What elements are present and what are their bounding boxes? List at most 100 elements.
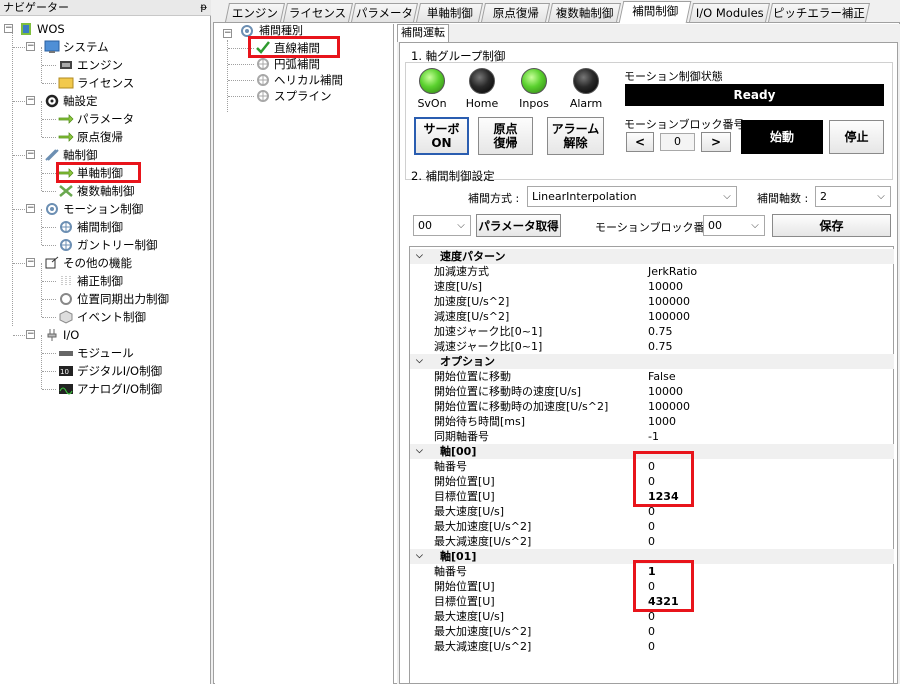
get-params-button[interactable]: パラメータ取得 <box>476 214 561 237</box>
property-row[interactable]: 最大速度[U/s] 0 <box>410 504 894 519</box>
pin-icon[interactable]: ᵽ <box>200 0 207 15</box>
nav-item-analog-io[interactable]: アナログI/O制御 <box>58 380 162 398</box>
nav-item-engine[interactable]: エンジン <box>58 56 123 74</box>
tab-4[interactable]: 原点復帰 <box>480 3 551 22</box>
property-category[interactable]: ⌵ 軸[00] <box>410 444 894 459</box>
collapse-icon[interactable]: − <box>26 150 35 159</box>
nav-item-axis-settings[interactable]: − 軸設定 <box>26 92 98 110</box>
property-value[interactable]: 0 <box>648 579 655 594</box>
nav-item-module[interactable]: モジュール <box>58 344 134 362</box>
property-row[interactable]: 速度[U/s] 10000 <box>410 279 894 294</box>
property-row[interactable]: 減速度[U/s^2] 100000 <box>410 309 894 324</box>
tab-interp-run[interactable]: 補間運転 <box>397 24 449 42</box>
property-row[interactable]: 最大減速度[U/s^2] 0 <box>410 639 894 654</box>
property-category[interactable]: ⌵ オプション <box>410 354 894 369</box>
servo-on-button[interactable]: サーボ ON <box>414 117 469 155</box>
tab-8[interactable]: ピッチエラー補正 <box>767 3 871 22</box>
collapse-icon[interactable]: − <box>26 330 35 339</box>
chevron-down-icon[interactable]: ⌵ <box>416 549 423 564</box>
tab-5[interactable]: 複数軸制御 <box>547 3 622 22</box>
property-row[interactable]: 開始位置に移動 False <box>410 369 894 384</box>
property-row[interactable]: 同期軸番号 -1 <box>410 429 894 444</box>
property-value[interactable]: 1 <box>648 564 656 579</box>
nav-item-license[interactable]: ライセンス <box>58 74 134 92</box>
nav-item-motion-control[interactable]: − モーション制御 <box>26 200 143 218</box>
nav-item-gantry-control[interactable]: ガントリー制御 <box>58 236 158 254</box>
property-value[interactable]: 1000 <box>648 414 676 429</box>
property-value[interactable]: 0 <box>648 609 655 624</box>
chevron-down-icon[interactable]: ⌵ <box>416 444 423 459</box>
nav-item-digital-io[interactable]: 10 デジタルI/O制御 <box>58 362 162 380</box>
interp-method-select[interactable]: LinearInterpolation ⌵ <box>527 186 737 207</box>
interp-type-item-3[interactable]: スプライン <box>255 87 332 105</box>
property-row[interactable]: 加速度[U/s^2] 100000 <box>410 294 894 309</box>
tab-7[interactable]: I/O Modules <box>688 3 771 22</box>
property-value[interactable]: 0 <box>648 459 655 474</box>
property-row[interactable]: 開始待ち時間[ms] 1000 <box>410 414 894 429</box>
collapse-icon[interactable]: − <box>4 24 13 33</box>
property-category[interactable]: ⌵ 速度パターン <box>410 249 894 264</box>
nav-item-compensation[interactable]: 補正制御 <box>58 272 123 290</box>
property-row[interactable]: 加減速方式 JerkRatio <box>410 264 894 279</box>
property-row[interactable]: 最大加速度[U/s^2] 0 <box>410 519 894 534</box>
alarm-reset-button[interactable]: アラーム 解除 <box>547 117 604 155</box>
property-value[interactable]: 100000 <box>648 399 690 414</box>
property-value[interactable]: 0 <box>648 624 655 639</box>
save-button[interactable]: 保存 <box>772 214 891 237</box>
stop-button[interactable]: 停止 <box>829 120 884 154</box>
property-row[interactable]: 目標位置[U] 4321 <box>410 594 894 609</box>
nav-item-position-sync[interactable]: 位置同期出力制御 <box>58 290 169 308</box>
property-row[interactable]: 開始位置に移動時の加速度[U/s^2] 100000 <box>410 399 894 414</box>
property-row[interactable]: 軸番号 1 <box>410 564 894 579</box>
chevron-down-icon[interactable]: ⌵ <box>416 249 423 264</box>
prev-block-button[interactable]: < <box>626 132 654 152</box>
property-row[interactable]: 最大加速度[U/s^2] 0 <box>410 624 894 639</box>
property-value[interactable]: 1234 <box>648 489 679 504</box>
group-select[interactable]: 00 ⌵ <box>413 215 471 236</box>
interp-axes-select[interactable]: 2 ⌵ <box>815 186 891 207</box>
property-value[interactable]: 4321 <box>648 594 679 609</box>
next-block-button[interactable]: > <box>701 132 731 152</box>
nav-item-other-functions[interactable]: − その他の機能 <box>26 254 132 272</box>
property-row[interactable]: 開始位置に移動時の速度[U/s] 10000 <box>410 384 894 399</box>
property-value[interactable]: 0 <box>648 639 655 654</box>
property-value[interactable]: 100000 <box>648 294 690 309</box>
tab-2[interactable]: パラメータ <box>350 3 419 22</box>
nav-item-interp-control[interactable]: 補間制御 <box>58 218 123 236</box>
start-button[interactable]: 始動 <box>741 120 823 154</box>
chevron-down-icon[interactable]: ⌵ <box>416 354 423 369</box>
home-button[interactable]: 原点 復帰 <box>478 117 533 155</box>
property-value[interactable]: 0 <box>648 474 655 489</box>
property-value[interactable]: -1 <box>648 429 659 444</box>
collapse-icon[interactable]: − <box>26 42 35 51</box>
nav-item-multi-axis[interactable]: 複数軸制御 <box>58 182 135 200</box>
collapse-icon[interactable]: − <box>26 204 35 213</box>
nav-item-wos[interactable]: − WOS <box>4 20 65 38</box>
nav-item-event-control[interactable]: イベント制御 <box>58 308 146 326</box>
property-value[interactable]: 0 <box>648 519 655 534</box>
nav-item-io[interactable]: − I/O <box>26 326 79 344</box>
property-value[interactable]: 100000 <box>648 309 690 324</box>
property-value[interactable]: 0.75 <box>648 324 673 339</box>
property-category[interactable]: ⌵ 軸[01] <box>410 549 894 564</box>
property-value[interactable]: 0 <box>648 534 655 549</box>
nav-item-single-axis[interactable]: 単軸制御 <box>58 164 123 182</box>
tab-3[interactable]: 単軸制御 <box>415 3 484 22</box>
property-row[interactable]: 最大減速度[U/s^2] 0 <box>410 534 894 549</box>
nav-item-axis-control[interactable]: − 軸制御 <box>26 146 98 164</box>
property-value[interactable]: 10000 <box>648 384 683 399</box>
tab-1[interactable]: ライセンス <box>282 3 354 22</box>
nav-item-parameter[interactable]: パラメータ <box>58 110 134 128</box>
property-row[interactable]: 最大速度[U/s] 0 <box>410 609 894 624</box>
property-row[interactable]: 加速ジャーク比[0~1] 0.75 <box>410 324 894 339</box>
property-row[interactable]: 軸番号 0 <box>410 459 894 474</box>
block-number-select[interactable]: 00 ⌵ <box>703 215 765 236</box>
property-row[interactable]: 目標位置[U] 1234 <box>410 489 894 504</box>
nav-item-homing[interactable]: 原点復帰 <box>58 128 123 146</box>
property-value[interactable]: 10000 <box>648 279 683 294</box>
property-value[interactable]: 0.75 <box>648 339 673 354</box>
nav-item-system[interactable]: − システム <box>26 38 109 56</box>
tab-6[interactable]: 補間制御 <box>618 1 692 23</box>
property-value[interactable]: False <box>648 369 676 384</box>
property-value[interactable]: JerkRatio <box>648 264 697 279</box>
